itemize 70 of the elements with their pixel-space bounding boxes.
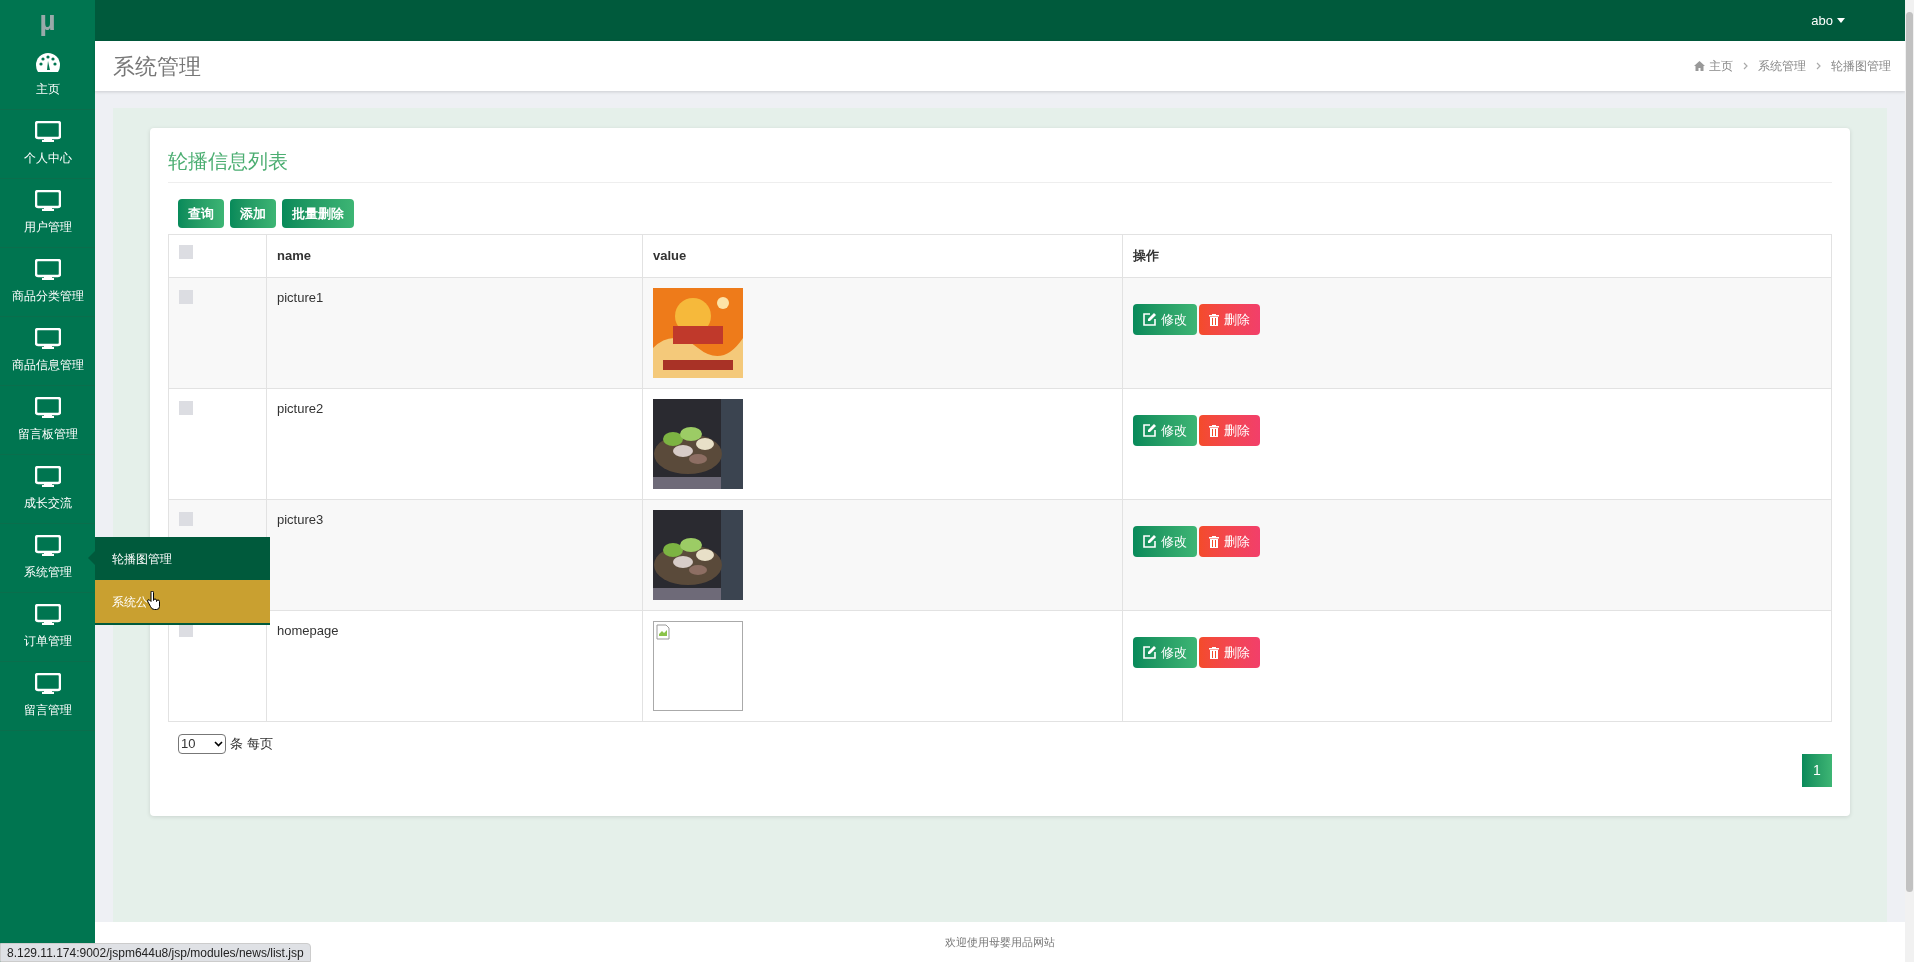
monitor-icon — [34, 466, 61, 488]
breadcrumb-link[interactable]: 轮播图管理 — [1831, 57, 1891, 75]
monitor-icon — [34, 259, 61, 281]
edit-icon — [1143, 535, 1156, 548]
checkbox[interactable] — [179, 401, 193, 415]
delete-button[interactable]: 删除 — [1199, 415, 1260, 446]
monitor-icon — [34, 673, 61, 695]
table-cell: picture1 — [277, 290, 324, 305]
column-header: 操作 — [1133, 248, 1159, 264]
trash-icon — [1209, 646, 1219, 659]
home-icon — [1694, 61, 1705, 71]
page-size-select[interactable]: 10 — [178, 734, 226, 754]
toolbar-button[interactable]: 添加 — [230, 199, 276, 228]
sidebar-item[interactable]: 留言管理 — [0, 662, 95, 731]
checkbox[interactable] — [179, 290, 193, 304]
chevron-down-icon — [214, 741, 223, 747]
page-size-label: 条 每页 — [230, 735, 273, 754]
edit-button[interactable]: 修改 — [1133, 304, 1197, 335]
sidebar-item[interactable]: 用户管理 — [0, 179, 95, 248]
checkbox[interactable] — [179, 512, 193, 526]
monitor-icon — [34, 121, 61, 143]
broken-image-icon — [656, 624, 670, 640]
sidebar-item[interactable]: 个人中心 — [0, 110, 95, 179]
user-menu[interactable]: abo — [1811, 10, 1845, 31]
checkbox[interactable] — [179, 245, 193, 259]
dashboard-icon — [34, 52, 61, 74]
toolbar-button[interactable]: 批量删除 — [282, 199, 354, 228]
edit-icon — [1143, 424, 1156, 437]
table-cell: homepage — [277, 623, 339, 638]
column-header: name — [277, 248, 311, 264]
edit-button[interactable]: 修改 — [1133, 637, 1197, 668]
edit-icon — [1143, 313, 1156, 326]
trash-icon — [1209, 535, 1219, 548]
edit-button[interactable]: 修改 — [1133, 526, 1197, 557]
sidebar-item[interactable]: 留言板管理 — [0, 386, 95, 455]
submenu-item[interactable]: 轮播图管理 — [95, 537, 270, 580]
delete-button[interactable]: 删除 — [1199, 526, 1260, 557]
delete-button[interactable]: 删除 — [1199, 637, 1260, 668]
status-url: 8.129.11.174:9002/jspm644u8/jsp/modules/news/list.jsp — [0, 943, 311, 962]
caret-icon — [1837, 18, 1845, 23]
table-cell: picture2 — [277, 401, 324, 416]
toolbar-button[interactable]: 查询 — [178, 199, 224, 228]
page-button[interactable]: 1 — [1802, 754, 1832, 787]
monitor-icon — [34, 328, 61, 350]
footer-text: 欢迎使用母婴用品网站 — [945, 934, 1055, 950]
chevron-icon — [1743, 62, 1748, 70]
monitor-icon — [34, 604, 61, 626]
trash-icon — [1209, 313, 1219, 326]
sidebar-item[interactable]: 主页 — [0, 41, 95, 110]
breadcrumb-link[interactable]: 系统管理 — [1758, 57, 1806, 75]
column-header: value — [653, 248, 687, 264]
sidebar-item[interactable]: 商品分类管理 — [0, 248, 95, 317]
sidebar-item[interactable]: 订单管理 — [0, 593, 95, 662]
trash-icon — [1209, 424, 1219, 437]
sidebar-item[interactable]: 成长交流 — [0, 455, 95, 524]
monitor-icon — [34, 190, 61, 212]
page-title: 系统管理 — [113, 52, 201, 81]
submenu-item[interactable]: 系统公 — [95, 580, 270, 623]
delete-button[interactable]: 删除 — [1199, 304, 1260, 335]
table-cell: picture3 — [277, 512, 324, 527]
chevron-icon — [1816, 62, 1821, 70]
monitor-icon — [34, 397, 61, 419]
breadcrumb-link[interactable]: 主页 — [1694, 57, 1733, 75]
hand-cursor-icon — [147, 591, 161, 611]
card-title: 轮播信息列表 — [168, 150, 288, 172]
edit-icon — [1143, 646, 1156, 659]
logo: µ — [39, 3, 56, 38]
sidebar-item[interactable]: 商品信息管理 — [0, 317, 95, 386]
monitor-icon — [34, 535, 61, 557]
edit-button[interactable]: 修改 — [1133, 415, 1197, 446]
